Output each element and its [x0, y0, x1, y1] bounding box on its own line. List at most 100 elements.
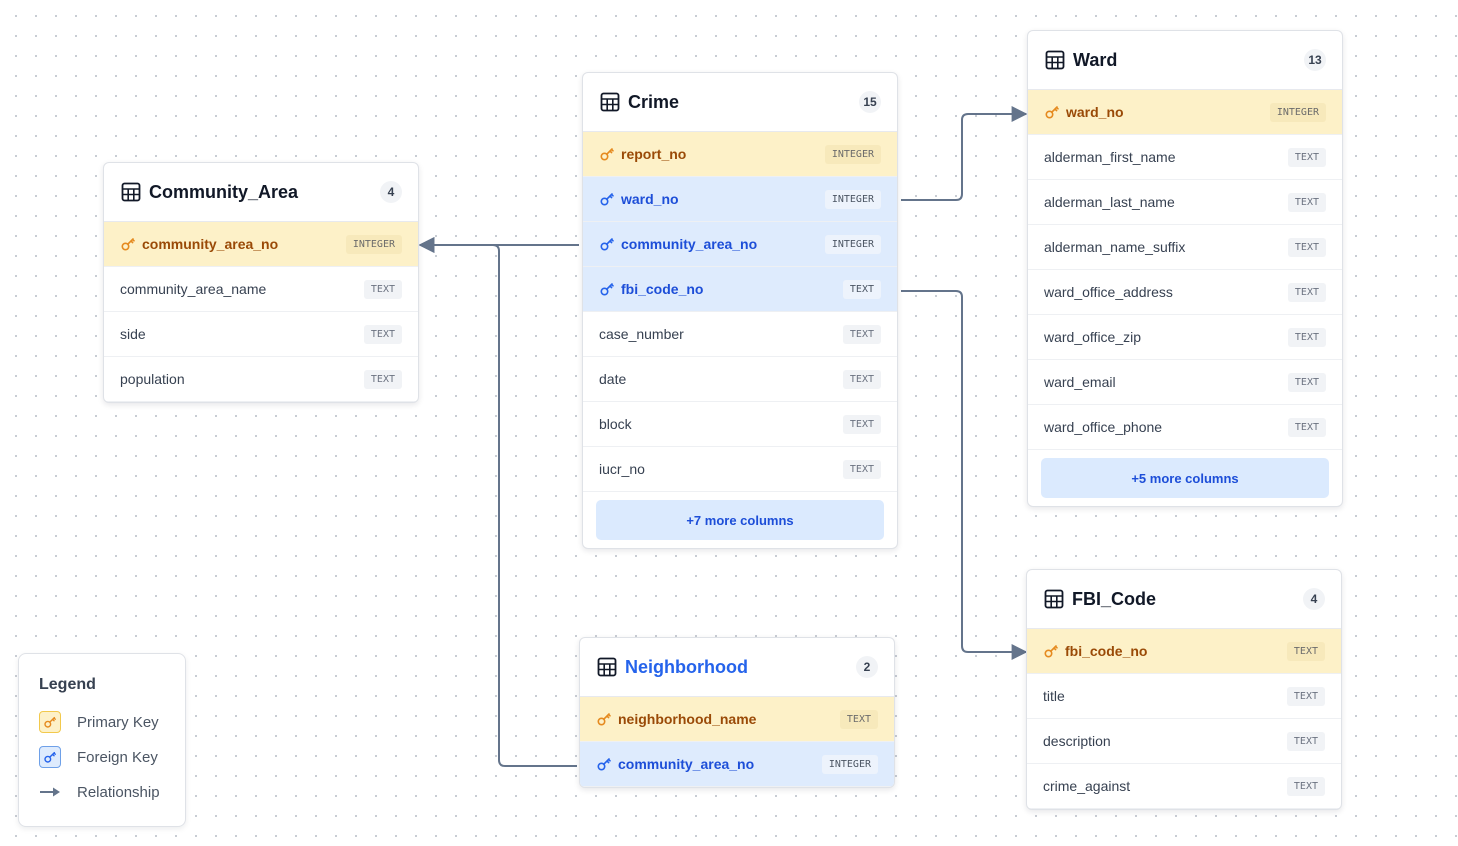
column-row[interactable]: alderman_first_name TEXT [1028, 135, 1342, 180]
column-name: alderman_first_name [1044, 149, 1176, 165]
column-row[interactable]: ward_email TEXT [1028, 360, 1342, 405]
column-name: title [1043, 688, 1065, 704]
legend-title: Legend [39, 676, 96, 693]
table-header[interactable]: Community_Area 4 [104, 163, 418, 222]
table-title: Community_Area [149, 181, 299, 202]
column-name: alderman_name_suffix [1044, 239, 1186, 255]
column-type-badge: TEXT [1287, 192, 1326, 212]
table-neighborhood[interactable]: Neighborhood 2 neighborhood_name TEXT commun… [579, 637, 895, 788]
more-columns-button[interactable]: +5 more columns [1041, 458, 1329, 498]
column-row[interactable]: block TEXT [583, 402, 897, 447]
column-row[interactable]: ward_no INTEGER [1028, 90, 1342, 135]
more-columns-button[interactable]: +7 more columns [596, 500, 884, 540]
column-name: community_area_no [621, 236, 758, 252]
column-row[interactable]: ward_no INTEGER [583, 177, 897, 222]
key-icon [600, 148, 614, 161]
table-icon [121, 182, 141, 202]
column-type-badge: TEXT [1287, 372, 1326, 392]
column-row[interactable]: population TEXT [104, 357, 418, 402]
table-header[interactable]: Ward 13 [1028, 31, 1342, 90]
column-name: fbi_code_no [1065, 643, 1148, 659]
column-type-badge: TEXT [1287, 327, 1326, 347]
column-name: ward_no [621, 191, 679, 207]
column-type-badge: INTEGER [824, 189, 881, 209]
column-name: report_no [621, 146, 687, 162]
column-row[interactable]: ward_office_phone TEXT [1028, 405, 1342, 450]
column-row[interactable]: iucr_no TEXT [583, 447, 897, 492]
edge-crime-ward [901, 106, 1028, 201]
column-row[interactable]: title TEXT [1027, 674, 1341, 719]
column-type-badge: TEXT [839, 709, 878, 729]
column-type-badge: TEXT [363, 279, 402, 299]
column-name: ward_office_zip [1044, 329, 1142, 345]
table-title: FBI_Code [1072, 588, 1157, 609]
column-type-badge: INTEGER [1269, 102, 1326, 122]
column-type-badge: TEXT [1286, 641, 1325, 661]
column-row[interactable]: description TEXT [1027, 719, 1341, 764]
column-type-badge: INTEGER [824, 234, 881, 254]
legend-label-foreign-key: Foreign Key [77, 748, 158, 766]
column-name: community_area_name [120, 281, 267, 297]
column-row[interactable]: alderman_last_name TEXT [1028, 180, 1342, 225]
column-name: community_area_no [618, 756, 755, 772]
column-type-badge: INTEGER [821, 754, 878, 774]
column-row[interactable]: date TEXT [583, 357, 897, 402]
column-row[interactable]: community_area_name TEXT [104, 267, 418, 312]
edge-crime-fbi-code [901, 290, 1028, 660]
table-ward[interactable]: Ward 13 ward_no INTEGER alderman_first_name T… [1027, 30, 1343, 507]
legend-label-primary-key: Primary Key [77, 713, 159, 731]
relationship-swatch [39, 781, 61, 803]
key-icon [597, 758, 611, 771]
key-icon [44, 716, 56, 728]
column-name: fbi_code_no [621, 281, 704, 297]
column-count-badge: 15 [859, 91, 881, 113]
table-icon [597, 657, 617, 677]
table-icon [600, 92, 620, 112]
column-type-badge: INTEGER [824, 144, 881, 164]
column-name: ward_office_phone [1044, 419, 1163, 435]
column-name: ward_no [1066, 104, 1124, 120]
column-type-badge: INTEGER [345, 234, 402, 254]
primary-key-swatch [39, 711, 61, 733]
table-crime[interactable]: Crime 15 report_no INTEGER ward_no INTEGER com… [582, 72, 898, 549]
column-count-badge: 2 [856, 656, 878, 678]
column-row[interactable]: community_area_no INTEGER [580, 742, 894, 787]
table-icon [1045, 50, 1065, 70]
key-icon [597, 713, 611, 726]
table-title: Ward [1073, 49, 1118, 70]
column-name: date [599, 371, 627, 387]
column-row[interactable]: fbi_code_no TEXT [583, 267, 897, 312]
column-row[interactable]: community_area_no INTEGER [583, 222, 897, 267]
column-type-badge: TEXT [1287, 417, 1326, 437]
column-type-badge: TEXT [1286, 686, 1325, 706]
column-name: crime_against [1043, 778, 1131, 794]
column-name: community_area_no [142, 236, 279, 252]
table-header[interactable]: Neighborhood 2 [580, 638, 894, 697]
key-icon [44, 751, 56, 763]
column-row[interactable]: community_area_no INTEGER [104, 222, 418, 267]
key-icon [600, 283, 614, 296]
legend-row-relationship: Relationship [39, 780, 185, 804]
column-row[interactable]: alderman_name_suffix TEXT [1028, 225, 1342, 270]
column-name: iucr_no [599, 461, 645, 477]
column-row[interactable]: neighborhood_name TEXT [580, 697, 894, 742]
column-row[interactable]: ward_office_zip TEXT [1028, 315, 1342, 360]
legend-row-foreign-key: Foreign Key [39, 745, 185, 769]
table-header[interactable]: Crime 15 [583, 73, 897, 132]
column-row[interactable]: fbi_code_no TEXT [1027, 629, 1341, 674]
column-row[interactable]: side TEXT [104, 312, 418, 357]
column-count-badge: 13 [1304, 49, 1326, 71]
column-name: description [1043, 733, 1111, 749]
column-row[interactable]: crime_against TEXT [1027, 764, 1341, 809]
column-name: alderman_last_name [1044, 194, 1175, 210]
column-row[interactable]: case_number TEXT [583, 312, 897, 357]
table-fbi-code[interactable]: FBI_Code 4 fbi_code_no TEXT title TEXT descrip… [1026, 569, 1342, 810]
table-community-area[interactable]: Community_Area 4 community_area_no INTEGER c… [103, 162, 419, 403]
table-title: Crime [628, 91, 680, 112]
column-type-badge: TEXT [363, 369, 402, 389]
column-row[interactable]: report_no INTEGER [583, 132, 897, 177]
column-row[interactable]: ward_office_address TEXT [1028, 270, 1342, 315]
table-header[interactable]: FBI_Code 4 [1027, 570, 1341, 629]
arrow-right-icon [40, 787, 60, 797]
column-type-badge: TEXT [1286, 731, 1325, 751]
